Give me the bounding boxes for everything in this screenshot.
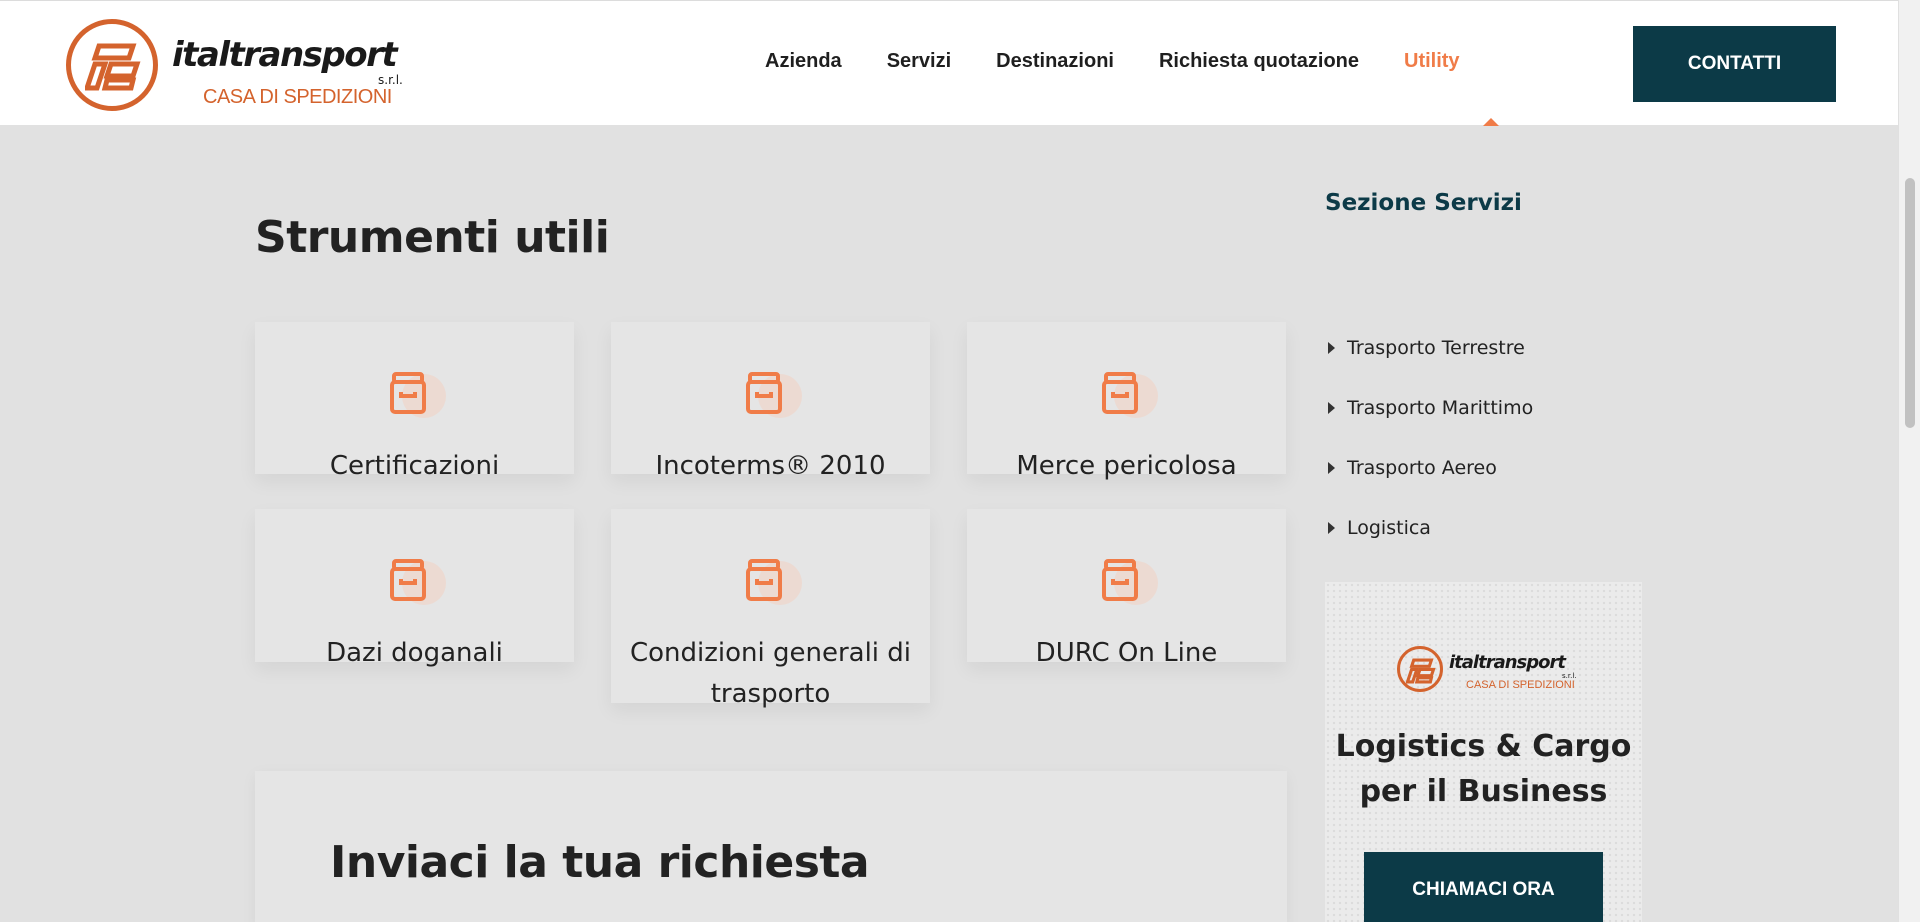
sidebar-item-trasporto-marittimo[interactable]: Trasporto Marittimo — [1328, 378, 1533, 438]
contatti-button[interactable]: CONTATTI — [1633, 26, 1836, 102]
card-label: Incoterms® 2010 — [655, 451, 886, 481]
nav-richiesta-quotazione[interactable]: Richiesta quotazione — [1159, 50, 1359, 80]
sidebar-item-trasporto-aereo[interactable]: Trasporto Aereo — [1328, 438, 1533, 498]
caret-right-icon — [1328, 402, 1335, 414]
card-label: Dazi doganali — [326, 638, 503, 668]
archive-box-icon — [745, 370, 802, 420]
logo-suffix: s.r.l. — [378, 73, 403, 87]
site-header: italtransport s.r.l. CASA DI SPEDIZIONI … — [0, 0, 1898, 126]
page-scrollbar[interactable] — [1898, 0, 1920, 922]
card-label: DURC On Line — [1035, 638, 1218, 668]
sidebar-item-trasporto-terrestre[interactable]: Trasporto Terrestre — [1328, 318, 1533, 378]
nav-utility[interactable]: Utility — [1404, 50, 1460, 80]
archive-box-icon — [389, 557, 446, 607]
sidebar-item-label: Trasporto Marittimo — [1347, 397, 1534, 419]
card-dazi-doganali[interactable]: Dazi doganali — [255, 509, 574, 668]
promo-logo-name: italtransport — [1449, 652, 1566, 673]
caret-right-icon — [1328, 342, 1335, 354]
scrollbar-thumb[interactable] — [1905, 178, 1915, 428]
card-condizioni-generali[interactable]: Condizioni generali di trasporto — [611, 509, 930, 709]
nav-azienda[interactable]: Azienda — [765, 50, 842, 80]
site-logo[interactable]: italtransport s.r.l. CASA DI SPEDIZIONI — [66, 19, 406, 113]
caret-right-icon — [1328, 522, 1335, 534]
promo-logo: italtransport s.r.l. CASA DI SPEDIZIONI — [1397, 646, 1577, 698]
chiamaci-ora-button[interactable]: CHIAMACI ORA — [1364, 852, 1603, 922]
nav-servizi[interactable]: Servizi — [887, 50, 951, 80]
promo-logo-tagline: CASA DI SPEDIZIONI — [1466, 679, 1575, 691]
sidebar-services-list: Trasporto Terrestre Trasporto Marittimo … — [1328, 318, 1533, 558]
logo-tagline: CASA DI SPEDIZIONI — [203, 86, 392, 108]
archive-box-icon — [1101, 557, 1158, 607]
card-incoterms[interactable]: Incoterms® 2010 — [611, 322, 930, 481]
caret-right-icon — [1328, 462, 1335, 474]
sidebar-title: Sezione Servizi — [1325, 190, 1522, 216]
card-certificazioni[interactable]: Certificazioni — [255, 322, 574, 481]
sidebar-item-label: Trasporto Aereo — [1347, 457, 1497, 479]
logo-name: italtransport — [172, 35, 398, 75]
request-title: Inviaci la tua richiesta — [330, 837, 870, 888]
promo-title: Logistics & Cargo per il Business — [1335, 729, 1632, 809]
card-label: Certificazioni — [329, 451, 500, 481]
card-durc-online[interactable]: DURC On Line — [967, 509, 1286, 668]
card-merce-pericolosa[interactable]: Merce pericolosa — [967, 322, 1286, 481]
archive-box-icon — [389, 370, 446, 420]
sidebar-item-logistica[interactable]: Logistica — [1328, 498, 1533, 558]
promo-banner: italtransport s.r.l. CASA DI SPEDIZIONI … — [1325, 582, 1642, 922]
sidebar-item-label: Logistica — [1347, 517, 1431, 539]
archive-box-icon — [745, 557, 802, 607]
archive-box-icon — [1101, 370, 1158, 420]
card-label: Merce pericolosa — [1016, 451, 1237, 481]
request-section: Inviaci la tua richiesta — [255, 771, 1287, 922]
main-nav: Azienda Servizi Destinazioni Richiesta q… — [765, 50, 1505, 80]
page-title: Strumenti utili — [255, 212, 610, 263]
card-label: Condizioni generali di trasporto — [629, 638, 912, 709]
sidebar-item-label: Trasporto Terrestre — [1347, 337, 1525, 359]
active-nav-indicator — [1483, 118, 1499, 126]
logo-emblem-icon — [66, 19, 158, 111]
logo-emblem-icon — [1397, 646, 1443, 692]
nav-destinazioni[interactable]: Destinazioni — [996, 50, 1114, 80]
